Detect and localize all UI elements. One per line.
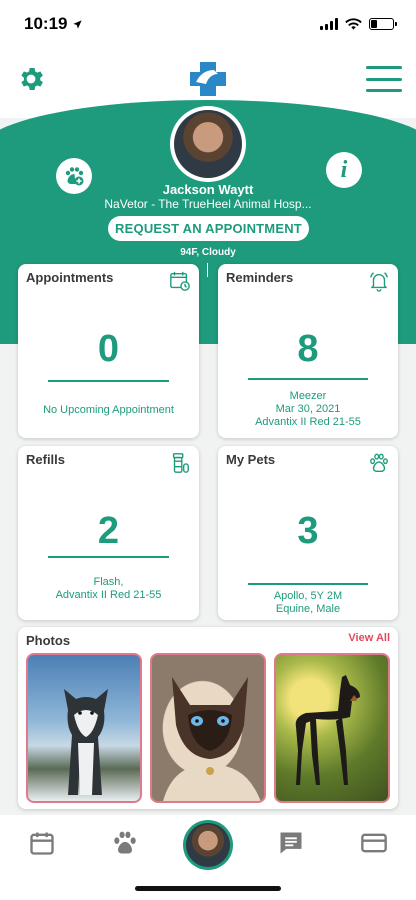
appointments-title: Appointments (26, 270, 114, 285)
status-icons (320, 18, 397, 30)
calendar-icon[interactable] (28, 829, 56, 857)
battery-icon (369, 18, 397, 30)
doberman-image (295, 675, 360, 785)
appointments-status: No Upcoming Appointment (43, 404, 174, 416)
status-bar: 10:19 (0, 0, 416, 48)
photo-husky[interactable] (26, 653, 142, 803)
user-name: Jackson Waytt (162, 182, 254, 197)
reminder-pet: Meezer (289, 390, 327, 402)
my-pets-card[interactable]: My Pets 3 Apollo, 5Y 2M Equine, Male (218, 446, 398, 620)
reminder-product: Advantix II Red 21-55 (255, 416, 361, 428)
husky-image (64, 689, 108, 795)
cellular-signal-icon (320, 18, 338, 30)
appointments-card[interactable]: Appointments 0 No Upcoming Appointment (18, 264, 199, 438)
location-arrow-icon (73, 19, 83, 29)
status-time-text: 10:19 (24, 14, 68, 33)
refill-product: Advantix II Red 21-55 (55, 589, 162, 601)
request-appointment-button[interactable]: REQUEST AN APPOINTMENT (108, 216, 309, 241)
refill-pet: Flash, (93, 576, 124, 588)
wifi-icon (345, 18, 362, 30)
profile-avatar[interactable] (170, 106, 246, 182)
photos-card: Photos View All (18, 627, 398, 809)
my-pets-title: My Pets (226, 452, 276, 467)
refills-card[interactable]: Refills 2 Flash, Advantix II Red 21-55 (18, 446, 199, 620)
appointments-count: 0 (97, 328, 120, 370)
weather-text: 94F, Cloudy (180, 247, 236, 258)
clinic-logo (186, 56, 230, 100)
refills-count: 2 (97, 510, 120, 552)
divider (248, 378, 368, 380)
hamburger-menu-icon[interactable] (366, 66, 402, 92)
photos-title: Photos (26, 633, 71, 648)
status-time: 10:19 (24, 14, 83, 34)
paw-icon (370, 453, 388, 472)
reminder-date: Mar 30, 2021 (275, 403, 341, 415)
photo-siamese-cat[interactable] (150, 653, 266, 803)
view-all-link[interactable]: View All (348, 632, 390, 644)
cat-image (163, 677, 261, 801)
divider (48, 380, 169, 382)
photo-doberman[interactable] (274, 653, 390, 803)
pet-species-sex: Equine, Male (275, 603, 341, 615)
divider (207, 263, 208, 277)
nav-profile-avatar[interactable] (183, 820, 233, 870)
divider (248, 583, 368, 585)
reminders-count: 8 (297, 328, 319, 370)
settings-gear-icon[interactable] (16, 64, 46, 94)
divider (48, 556, 169, 558)
pill-bottle-icon (172, 453, 189, 473)
info-icon: i (340, 156, 348, 183)
reminders-card[interactable]: Reminders 8 Meezer Mar 30, 2021 Advantix… (218, 264, 398, 438)
ringing-bell-icon (370, 272, 388, 292)
hospital-name[interactable]: NaVetor - The TrueHeel Animal Hosp... (0, 197, 416, 211)
pet-name-age: Apollo, 5Y 2M (273, 590, 343, 602)
refills-title: Refills (26, 452, 66, 467)
paw-icon[interactable] (111, 829, 139, 857)
credit-card-icon[interactable] (360, 829, 388, 857)
chat-icon[interactable] (277, 829, 305, 857)
calendar-clock-icon (170, 271, 190, 291)
reminders-title: Reminders (226, 270, 294, 285)
home-indicator (135, 886, 281, 891)
pets-count: 3 (297, 510, 319, 552)
